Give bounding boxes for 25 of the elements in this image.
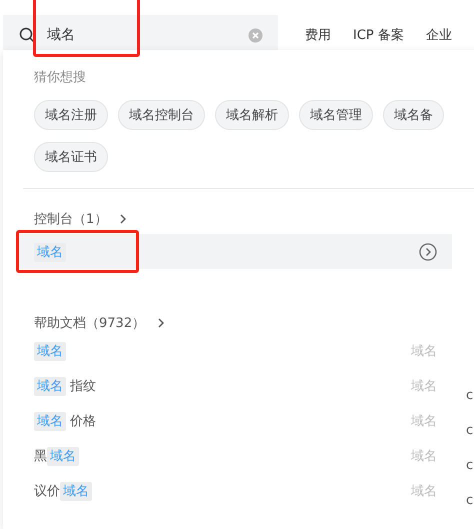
category-label: 域名 [411,482,437,500]
result-text: 域名 [34,242,66,260]
chevron-right-icon[interactable] [119,214,128,224]
side-text: c [466,388,474,404]
suggestion-tag[interactable]: 域名管理 [299,100,373,130]
suggestion-tag[interactable]: 域名证书 [34,142,108,172]
nav-link[interactable]: 费用 [305,26,331,44]
suggestion-tag[interactable]: 域名备 [383,100,444,130]
section-title: 控制台（1） [34,211,108,228]
nav-link[interactable]: 企业 [426,26,452,44]
category-label: 域名 [411,448,437,464]
suggestion-tag[interactable]: 域名控制台 [118,100,205,130]
section-title: 猜你想搜 [34,69,87,86]
category-label: 域名 [411,378,437,394]
chevron-right-icon[interactable] [157,318,166,328]
search-icon [19,27,35,43]
nav-link[interactable]: ICP 备案 [353,26,404,44]
side-text: c [466,423,474,439]
category-label: 域名 [411,412,437,430]
section-title: 帮助文档（9732） [34,315,146,332]
suggestion-tag[interactable]: 域名解析 [215,100,289,130]
suggestion-tag[interactable]: 域名注册 [34,100,108,130]
side-text: c [466,458,474,474]
side-text: c [466,493,474,509]
category-label: 域名 [411,342,437,360]
